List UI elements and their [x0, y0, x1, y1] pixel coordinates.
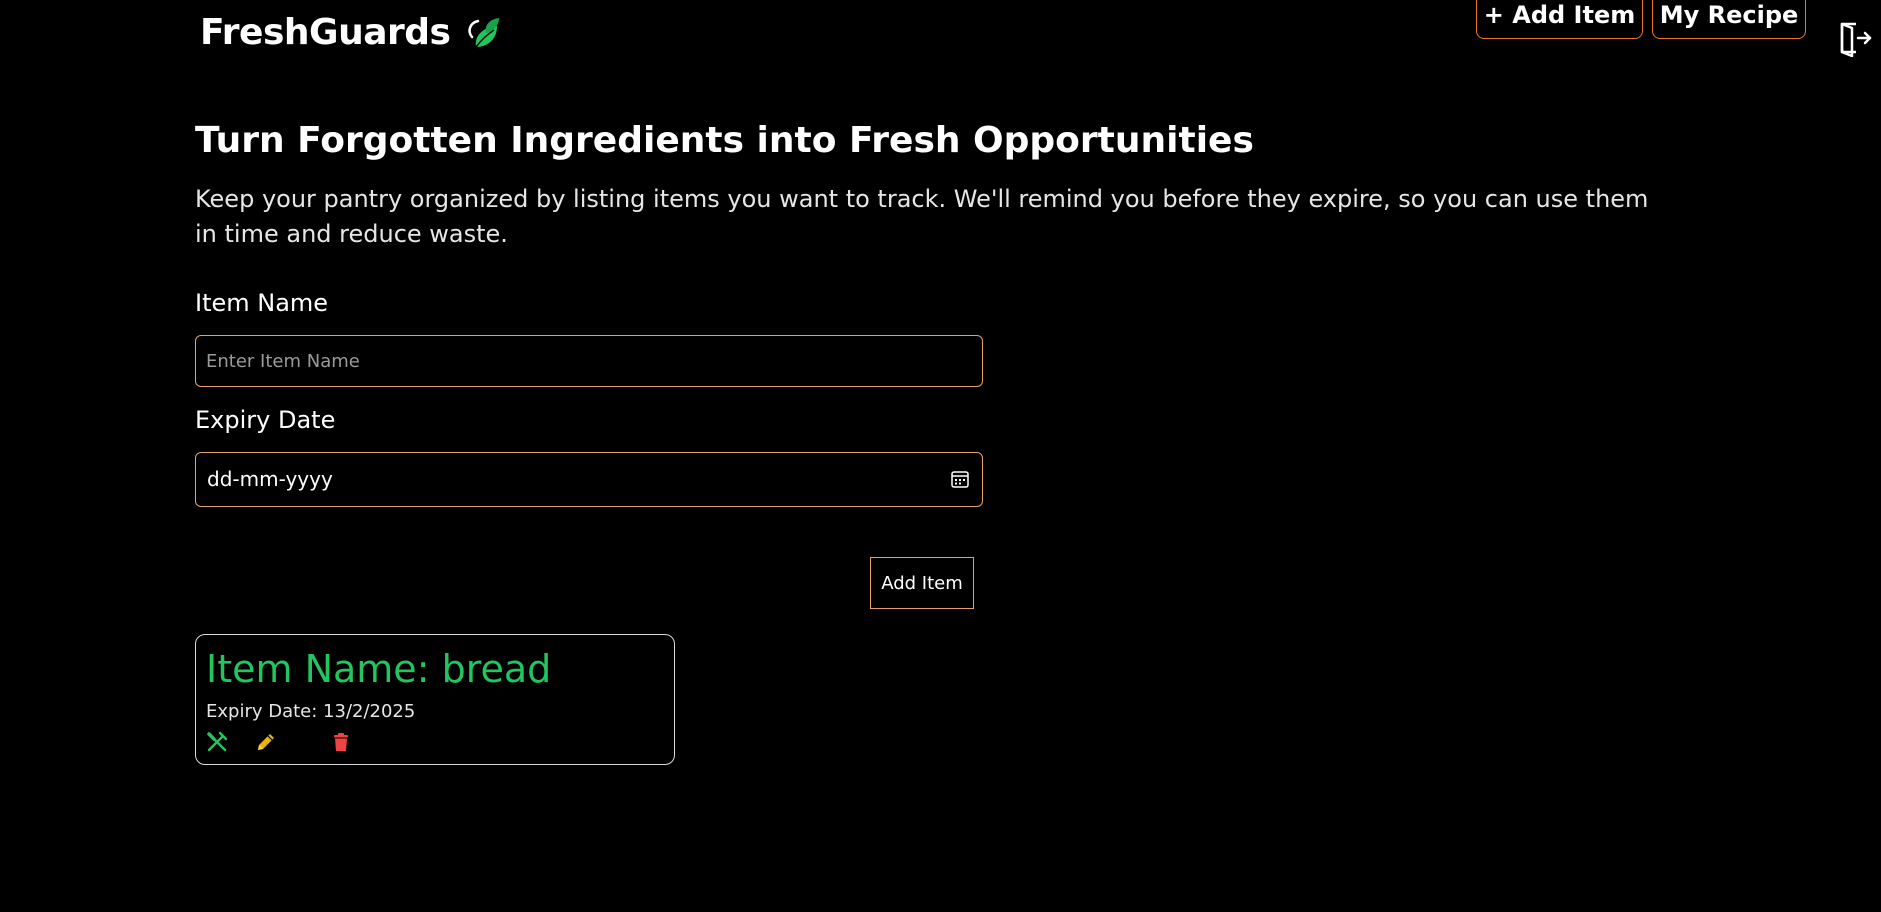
- expiry-date-value: dd-mm-yyyy: [207, 467, 333, 491]
- item-card-title: Item Name: bread: [206, 647, 552, 691]
- add-item-submit-button[interactable]: Add Item: [870, 557, 974, 609]
- expiry-date-input[interactable]: dd-mm-yyyy: [195, 452, 983, 507]
- nav-add-item-button[interactable]: + Add Item: [1476, 0, 1643, 39]
- logout-icon[interactable]: [1836, 19, 1872, 57]
- item-card-actions: [206, 731, 366, 755]
- page: FreshGuards + Add Item My Recipe Turn Fo…: [0, 0, 1881, 912]
- brand-title: FreshGuards: [200, 12, 451, 53]
- pencil-icon[interactable]: [255, 731, 277, 753]
- item-name-input[interactable]: [195, 335, 983, 387]
- page-title: Turn Forgotten Ingredients into Fresh Op…: [195, 120, 1254, 161]
- item-name-label: Item Name: [195, 289, 329, 317]
- expiry-date-label: Expiry Date: [195, 406, 336, 434]
- item-card-expiry: Expiry Date: 13/2/2025: [206, 701, 416, 722]
- calendar-icon[interactable]: [950, 469, 970, 489]
- fork-knife-icon[interactable]: [206, 731, 228, 753]
- item-card: Item Name: bread Expiry Date: 13/2/2025: [195, 634, 675, 765]
- page-description: Keep your pantry organized by listing it…: [195, 185, 1649, 248]
- leaf-icon: [468, 17, 500, 47]
- brand[interactable]: FreshGuards: [200, 12, 504, 53]
- trash-icon[interactable]: [330, 731, 352, 753]
- nav-my-recipe-button[interactable]: My Recipe: [1652, 0, 1806, 39]
